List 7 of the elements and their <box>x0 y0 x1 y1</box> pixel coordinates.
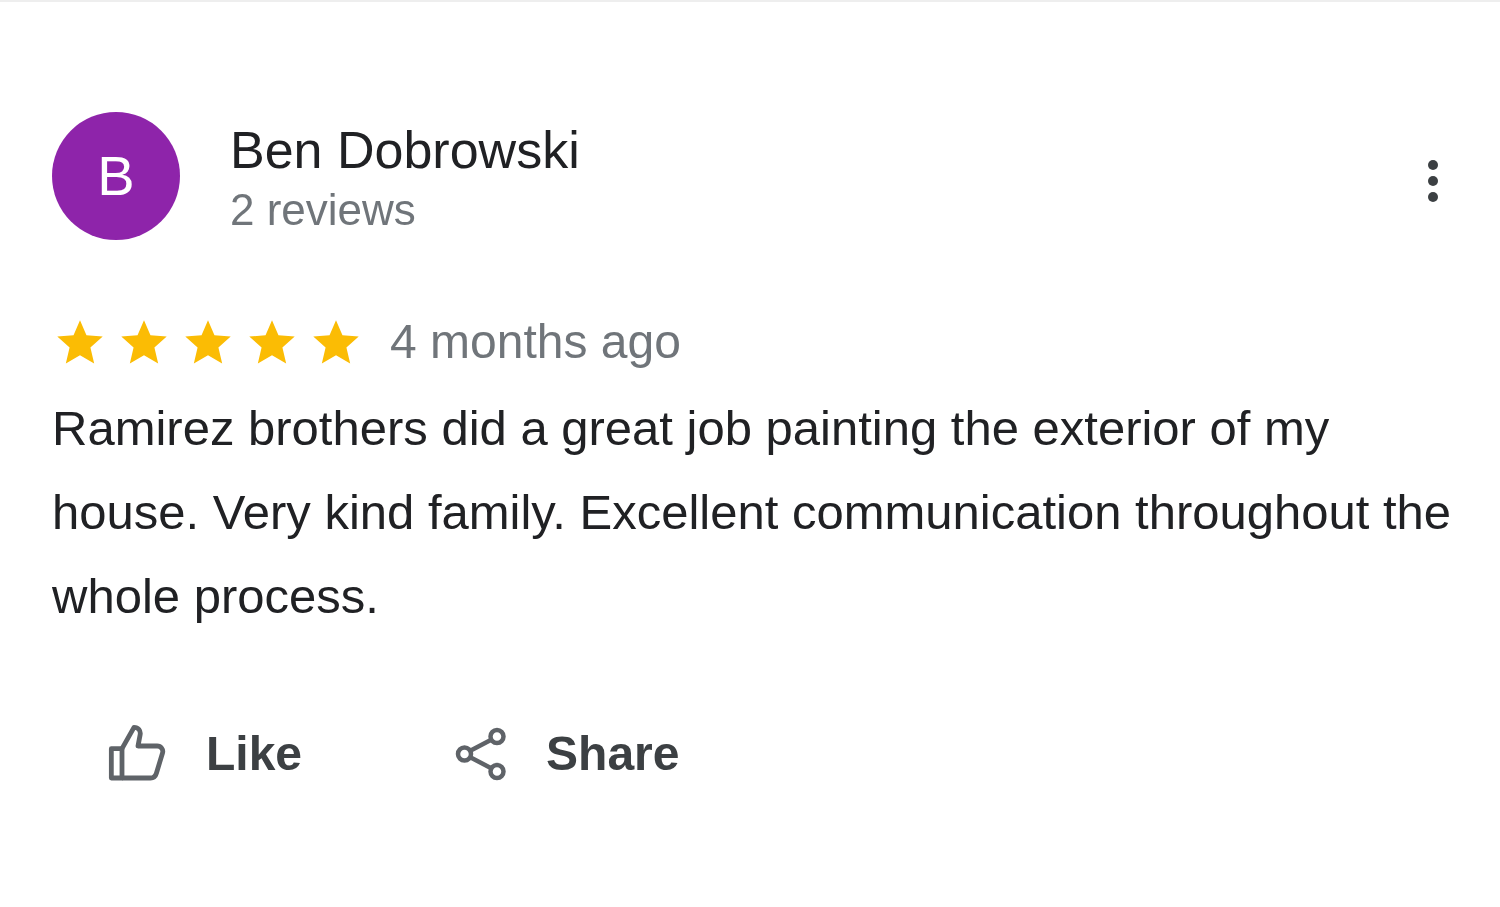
share-button[interactable]: Share <box>452 718 680 790</box>
reviewer-name: Ben Dobrowski <box>230 120 580 181</box>
review-count: 2 reviews <box>230 184 417 236</box>
review-text: Ramirez brothers did a great job painting the exterior of my house. Very kind family. Excellent communication throughout the whole process. <box>52 400 1453 625</box>
like-button[interactable]: Like <box>104 718 303 790</box>
review-time: 4 months ago <box>390 314 681 370</box>
avatar: B <box>52 112 180 240</box>
